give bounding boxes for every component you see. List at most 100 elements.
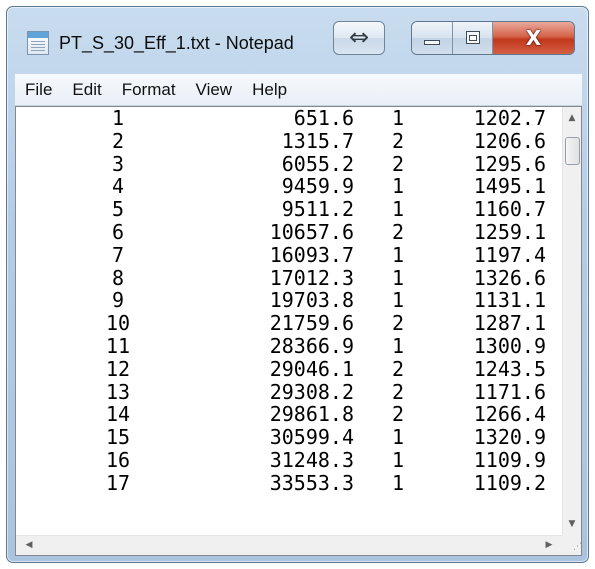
efficiency-value: 1266.4 <box>473 402 546 427</box>
position-value: 31248.3 <box>269 447 354 472</box>
flag-value: 1 <box>391 197 405 222</box>
horizontal-scrollbar[interactable]: ◀ ▶ <box>16 535 562 555</box>
scroll-right-icon[interactable]: ▶ <box>540 536 558 555</box>
position-value: 1315.7 <box>281 128 354 153</box>
flag-value: 1 <box>391 447 405 472</box>
flag-value: 1 <box>391 288 405 313</box>
position-value: 33553.3 <box>269 470 354 495</box>
text-line: 6 10657.6 2 1259.1 <box>16 221 562 244</box>
text-line: 17 33553.3 1 1109.2 <box>16 470 562 495</box>
text-line: 7 16093.7 1 1197.4 <box>16 242 562 267</box>
efficiency-value: 1206.6 <box>473 128 546 153</box>
text-line: 11 28366.9 1 1300.9 <box>16 335 562 358</box>
efficiency-value: 1495.1 <box>473 174 546 199</box>
line-index: 7 <box>111 242 125 267</box>
notepad-window: PT_S_30_Eff_1.txt - Notepad ⇔ X File Edi… <box>6 6 589 563</box>
efficiency-value: 1295.6 <box>473 151 546 176</box>
flag-value: 2 <box>391 379 405 404</box>
menu-format[interactable]: Format <box>112 75 186 105</box>
line-index: 13 <box>105 379 131 404</box>
flag-value: 2 <box>391 219 405 244</box>
position-value: 17012.3 <box>269 265 354 290</box>
line-index: 6 <box>111 219 125 244</box>
text-line: 9 19703.8 1 1131.1 <box>16 289 562 312</box>
line-index: 16 <box>105 447 131 472</box>
efficiency-value: 1326.6 <box>473 265 546 290</box>
menu-edit[interactable]: Edit <box>62 75 111 105</box>
resize-grip-icon[interactable]: ⋰ <box>562 535 581 555</box>
scroll-left-icon[interactable]: ◀ <box>20 536 38 555</box>
position-value: 21759.6 <box>269 311 354 336</box>
close-button[interactable]: X <box>493 22 574 54</box>
efficiency-value: 1109.2 <box>473 470 546 495</box>
text-line: 5 9511.2 1 1160.7 <box>16 198 562 221</box>
line-index: 15 <box>105 425 131 450</box>
efficiency-value: 1320.9 <box>473 425 546 450</box>
position-value: 28366.9 <box>269 333 354 358</box>
efficiency-value: 1243.5 <box>473 356 546 381</box>
position-value: 29861.8 <box>269 402 354 427</box>
flag-value: 1 <box>391 333 405 358</box>
efficiency-value: 1109.9 <box>473 447 546 472</box>
minimize-button[interactable] <box>412 22 453 54</box>
text-line: 13 29308.2 2 1171.6 <box>16 379 562 404</box>
editor: 1 651.6 1 1202.7 2 1315.7 2 1206.6 3 6055.2 2 1295.… <box>15 106 582 556</box>
text-line: 3 6055.2 2 1295.6 <box>16 151 562 176</box>
position-value: 29308.2 <box>269 379 354 404</box>
position-value: 16093.7 <box>269 242 354 267</box>
text-line: 10 21759.6 2 1287.1 <box>16 312 562 335</box>
line-index: 11 <box>105 333 131 358</box>
efficiency-value: 1287.1 <box>473 311 546 336</box>
notepad-icon[interactable] <box>27 31 49 55</box>
text-line: 12 29046.1 2 1243.5 <box>16 356 562 381</box>
line-index: 9 <box>111 288 125 313</box>
line-index: 8 <box>111 265 125 290</box>
line-index: 4 <box>111 174 125 199</box>
text-line: 1 651.6 1 1202.7 <box>16 107 562 130</box>
position-value: 9459.9 <box>281 174 354 199</box>
window-title: PT_S_30_Eff_1.txt - Notepad <box>59 33 294 53</box>
text-line: 15 30599.4 1 1320.9 <box>16 426 562 449</box>
minimize-icon <box>424 40 440 45</box>
efficiency-value: 1160.7 <box>473 197 546 222</box>
scroll-down-icon[interactable]: ▼ <box>563 515 581 533</box>
snap-arrows-button[interactable]: ⇔ <box>333 21 385 55</box>
position-value: 29046.1 <box>269 356 354 381</box>
caption-buttons: X <box>411 21 575 55</box>
flag-value: 1 <box>391 174 405 199</box>
menu-bar: File Edit Format View Help <box>15 74 582 106</box>
flag-value: 2 <box>391 311 405 336</box>
line-index: 12 <box>105 356 131 381</box>
line-index: 17 <box>105 470 131 495</box>
efficiency-value: 1300.9 <box>473 333 546 358</box>
flag-value: 2 <box>391 402 405 427</box>
flag-value: 1 <box>391 107 405 130</box>
text-area[interactable]: 1 651.6 1 1202.7 2 1315.7 2 1206.6 3 6055.2 2 1295.… <box>16 107 562 535</box>
title-bar[interactable]: PT_S_30_Eff_1.txt - Notepad ⇔ X <box>7 7 588 73</box>
line-index: 3 <box>111 151 125 176</box>
close-icon: X <box>525 26 542 50</box>
menu-view[interactable]: View <box>186 75 243 105</box>
efficiency-value: 1171.6 <box>473 379 546 404</box>
flag-value: 1 <box>391 425 405 450</box>
line-index: 1 <box>111 107 125 130</box>
maximize-button[interactable] <box>453 22 493 54</box>
position-value: 19703.8 <box>269 288 354 313</box>
flag-value: 2 <box>391 151 405 176</box>
efficiency-value: 1202.7 <box>473 107 546 130</box>
menu-help[interactable]: Help <box>242 75 297 105</box>
position-value: 651.6 <box>293 107 354 130</box>
position-value: 9511.2 <box>281 197 354 222</box>
text-line: 4 9459.9 1 1495.1 <box>16 175 562 198</box>
flag-value: 1 <box>391 242 405 267</box>
menu-file[interactable]: File <box>15 75 62 105</box>
text-line: 2 1315.7 2 1206.6 <box>16 128 562 153</box>
scroll-up-icon[interactable]: ▲ <box>563 109 581 127</box>
position-value: 6055.2 <box>281 151 354 176</box>
flag-value: 2 <box>391 128 405 153</box>
flag-value: 1 <box>391 265 405 290</box>
text-line: 16 31248.3 1 1109.9 <box>16 449 562 472</box>
vertical-scrollbar[interactable]: ▲ ▼ <box>562 107 581 535</box>
scroll-thumb[interactable] <box>565 137 580 165</box>
efficiency-value: 1131.1 <box>473 288 546 313</box>
